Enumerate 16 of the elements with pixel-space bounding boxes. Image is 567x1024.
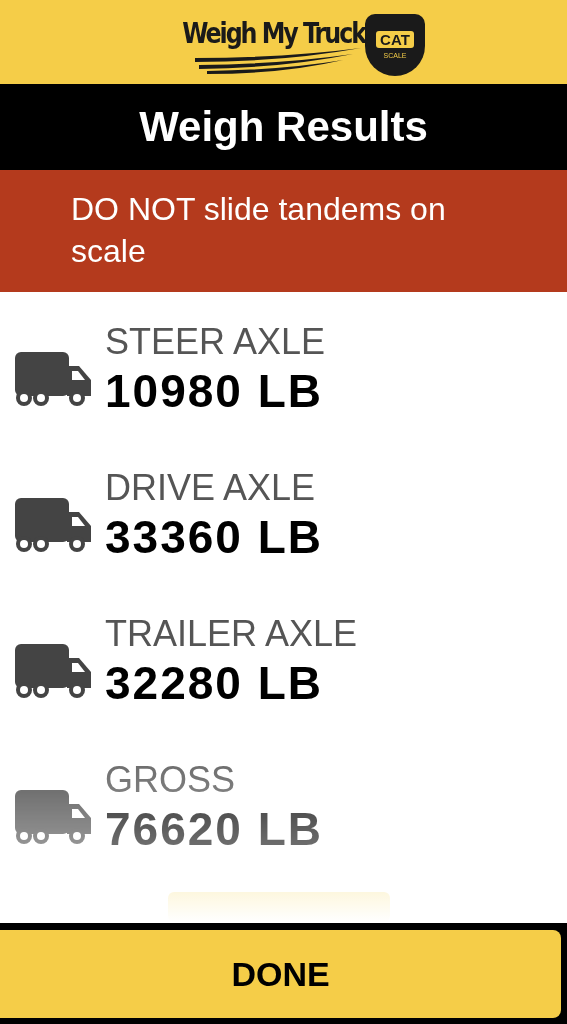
result-label: TRAILER AXLE [105,613,358,655]
page-title: Weigh Results [139,103,428,151]
warning-text: DO NOT slide tandems on scale [71,191,446,269]
truck-icon [15,498,93,554]
result-value: 33360 LB [105,510,323,565]
result-value: 32280 LB [105,656,324,711]
result-label: DRIVE AXLE [105,467,317,509]
result-label: STEER AXLE [105,321,326,363]
logo-wordmark: Weigh My Truck [182,15,365,52]
result-label: GROSS [105,759,237,801]
truck-icon [15,644,93,700]
done-button[interactable]: DONE [0,930,561,1018]
truck-icon [15,790,93,846]
truck-icon [15,352,93,408]
result-value: 76620 LB [105,802,323,857]
result-value: 10980 LB [105,364,324,419]
